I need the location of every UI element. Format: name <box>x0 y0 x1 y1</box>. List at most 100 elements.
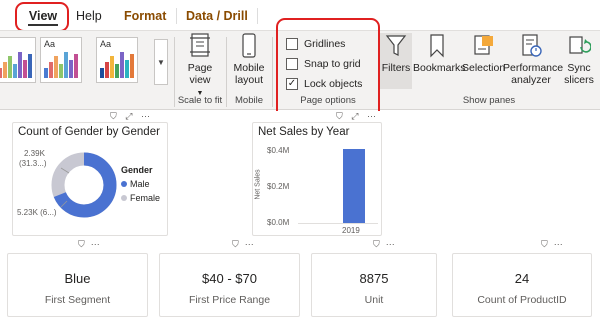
bar-visual-header: ⛉ ⤢ ⋯ <box>336 111 376 122</box>
filter-icon[interactable]: ⛉ <box>78 239 85 249</box>
theme-color-bars <box>0 50 32 78</box>
theme-color-bar <box>100 68 104 78</box>
x-tick-label: 2019 <box>342 226 360 235</box>
donut-data-label-female-pct: (31.3...) <box>19 159 47 168</box>
tab-format[interactable]: Format <box>124 4 166 28</box>
kpi-label: Unit <box>364 294 384 306</box>
theme-color-bars <box>44 50 78 78</box>
donut-chart-visual[interactable]: Count of Gender by Gender 2.39K (31.3...… <box>12 122 168 236</box>
y-tick-label: $0.2M <box>267 182 290 191</box>
kpi-value: 24 <box>514 271 530 286</box>
theme-color-bar <box>28 54 32 78</box>
mobile-layout-button[interactable]: Mobile layout <box>230 33 268 86</box>
group-label-show-panes: Show panes <box>462 95 516 106</box>
more-options-icon[interactable]: ⋯ <box>91 239 100 249</box>
kpi-value: $40 - $70 <box>202 271 257 286</box>
filter-icon[interactable]: ⛉ <box>541 239 548 249</box>
bar-chart-title: Net Sales by Year <box>258 126 350 138</box>
group-divider <box>272 37 273 107</box>
bar-chart-y-axis-label: Net Sales <box>254 169 262 200</box>
theme-color-bar <box>130 54 134 78</box>
donut-data-label-male: 5.23K (6...) <box>17 208 57 217</box>
kpi-value: 8875 <box>359 271 389 286</box>
theme-color-bar <box>110 56 114 78</box>
performance-analyzer-icon <box>522 34 542 57</box>
bar-chart-visual[interactable]: Net Sales by Year Net Sales $0.4M $0.2M … <box>252 122 382 236</box>
filter-icon[interactable]: ⛉ <box>232 239 239 249</box>
mobile-layout-label: Mobile layout <box>233 62 265 86</box>
theme-swatch[interactable] <box>0 37 36 83</box>
kpi-value: Blue <box>64 271 91 286</box>
kpi-card-count-of-productid[interactable]: 24 Count of ProductID <box>452 253 592 317</box>
kpi-label: Count of ProductID <box>477 294 567 306</box>
page-view-label: Page view <box>187 62 213 86</box>
donut-data-label-female: 2.39K <box>24 149 45 158</box>
theme-color-bar <box>115 64 119 78</box>
card-visual-header: ⛉ ⋯ <box>232 239 254 250</box>
page-view-button[interactable]: Page view ▼ <box>180 33 220 100</box>
theme-color-bar <box>74 54 78 78</box>
theme-color-bar <box>120 52 124 78</box>
legend-title: Gender <box>121 165 153 175</box>
theme-color-bar <box>54 56 58 78</box>
group-label-scale-to-fit: Scale to fit <box>177 95 223 106</box>
more-options-icon[interactable]: ⋯ <box>367 111 376 121</box>
selection-pane-icon <box>474 35 493 55</box>
theme-color-bar <box>125 60 129 78</box>
theme-swatch[interactable]: Aa <box>40 37 82 83</box>
themes-expand-button[interactable]: ▼ <box>154 39 168 85</box>
performance-analyzer-button[interactable]: Performance analyzer <box>503 33 563 86</box>
filter-funnel-icon <box>385 35 407 56</box>
theme-color-bar <box>0 68 2 78</box>
kpi-card-unit[interactable]: 8875 Unit <box>311 253 437 317</box>
legend-label: Female <box>130 193 161 203</box>
page-view-icon <box>190 33 210 57</box>
filter-icon[interactable]: ⛉ <box>336 111 343 121</box>
theme-color-bar <box>3 62 7 78</box>
chevron-down-icon: ▼ <box>157 58 165 67</box>
theme-color-bar <box>18 52 22 78</box>
kpi-card-first-segment[interactable]: Blue First Segment <box>7 253 148 317</box>
card-visual-header: ⛉ ⋯ <box>541 239 563 250</box>
theme-color-bar <box>8 56 12 78</box>
performance-analyzer-label: Performance analyzer <box>503 62 564 86</box>
filter-icon[interactable]: ⛉ <box>110 111 117 121</box>
tab-divider <box>257 8 258 24</box>
focus-mode-icon[interactable]: ⤢ <box>351 111 358 121</box>
focus-mode-icon[interactable]: ⤢ <box>125 111 132 121</box>
theme-color-bar <box>105 62 109 78</box>
legend-dot <box>121 181 127 187</box>
theme-color-bar <box>69 60 73 78</box>
more-options-icon[interactable]: ⋯ <box>245 239 254 249</box>
kpi-card-first-price-range[interactable]: $40 - $70 First Price Range <box>159 253 300 317</box>
theme-label: Aa <box>44 39 56 49</box>
more-options-icon[interactable]: ⋯ <box>141 111 150 121</box>
legend-label: Male <box>130 179 150 189</box>
selection-pane-button[interactable]: Selection <box>462 33 505 74</box>
theme-swatch[interactable]: Aa <box>96 37 138 83</box>
sync-slicers-button[interactable]: Sync slicers <box>560 33 598 86</box>
tab-data-drill[interactable]: Data / Drill <box>186 4 248 28</box>
legend-item-female[interactable]: Female <box>121 193 160 203</box>
theme-color-bar <box>23 60 27 78</box>
more-options-icon[interactable]: ⋯ <box>386 239 395 249</box>
mobile-phone-icon <box>242 33 256 58</box>
legend-item-male[interactable]: Male <box>121 179 150 189</box>
group-label-mobile: Mobile <box>235 95 263 106</box>
filter-icon[interactable]: ⛉ <box>373 239 380 249</box>
sync-slicers-icon <box>569 36 591 54</box>
theme-color-bar <box>49 62 53 78</box>
bookmarks-pane-button[interactable]: Bookmarks <box>413 33 466 74</box>
themes-gallery: Aa Aa ▼ <box>0 35 168 85</box>
theme-color-bar <box>64 52 68 78</box>
theme-color-bar <box>13 64 17 78</box>
tab-help[interactable]: Help <box>76 4 102 28</box>
kpi-label: First Segment <box>44 294 111 306</box>
legend-dot <box>121 195 127 201</box>
theme-color-bars <box>100 50 134 78</box>
filters-label: Filters <box>381 62 411 74</box>
filters-pane-button[interactable]: Filters <box>380 33 412 89</box>
bar-2019[interactable] <box>343 149 365 223</box>
more-options-icon[interactable]: ⋯ <box>554 239 563 249</box>
theme-color-bar <box>44 68 48 78</box>
